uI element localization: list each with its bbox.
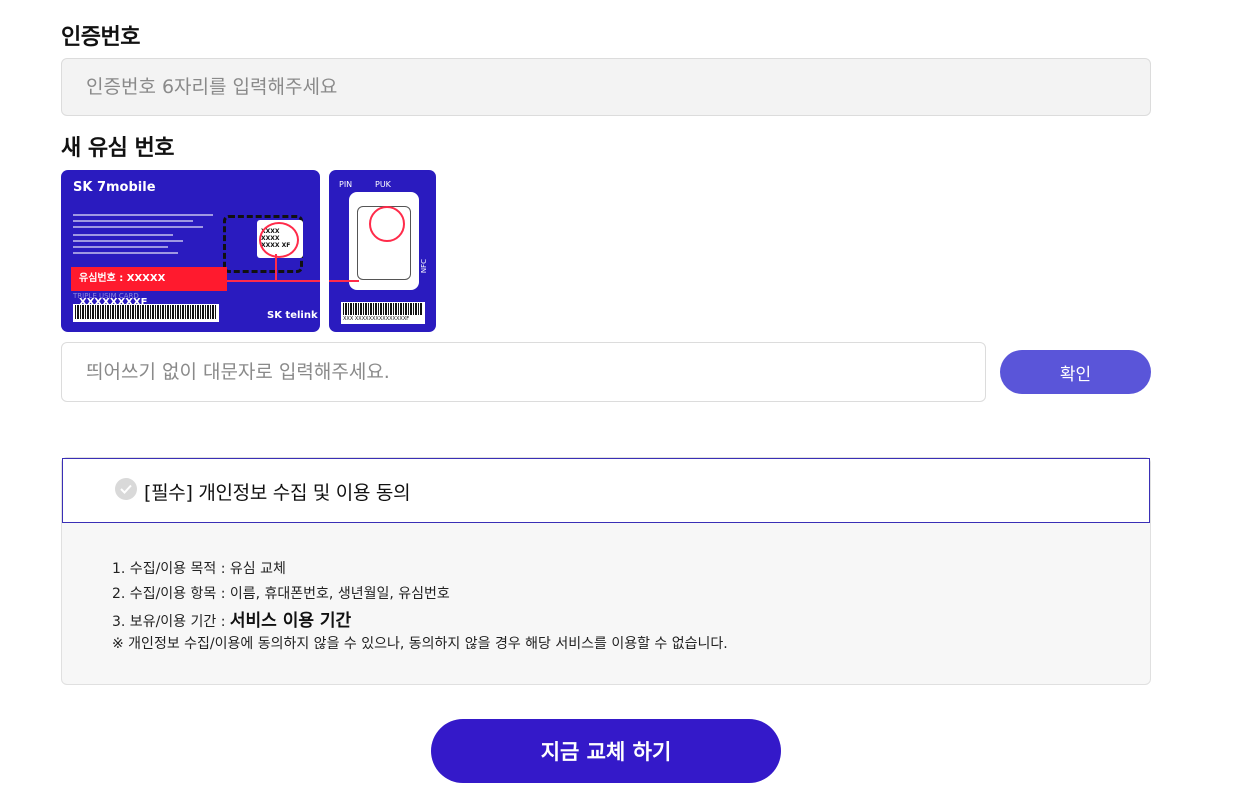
- card-type-text: TRIPLE USIM CARD: [73, 292, 139, 300]
- card-barcode: [75, 305, 217, 319]
- pointer-line-back: [329, 280, 359, 282]
- pin-text: PIN: [339, 180, 353, 189]
- agreement-item-purpose: 1. 수집/이용 목적 : 유심 교체: [112, 558, 286, 578]
- submit-replace-button[interactable]: 지금 교체 하기: [431, 719, 781, 783]
- verification-code-input[interactable]: [61, 58, 1151, 116]
- item-value: 이름, 휴대폰번호, 생년월일, 유심번호: [229, 586, 450, 602]
- agreement-note: ※ 개인정보 수집/이용에 동의하지 않을 수 있으나, 동의하지 않을 경우 …: [112, 636, 728, 652]
- item-label: 1. 수집/이용 목적 :: [112, 561, 230, 577]
- back-barcode: [343, 303, 423, 315]
- card-brand-logo: SK 7mobile: [73, 180, 156, 195]
- sim-number-tag: 유심번호 : XXXXX XXXXXXXXF: [71, 267, 227, 308]
- agreement-item-period: 3. 보유/이용 기간 : 서비스 이용 기간: [112, 606, 351, 631]
- item-label: 3. 보유/이용 기간 :: [112, 614, 230, 630]
- card-fine-print: [73, 214, 213, 258]
- pointer-line-vertical: [275, 254, 277, 281]
- sim-card-back-image: PIN PUK NFC XXX XXXXXXXXXXXXXXXF: [329, 170, 436, 332]
- agreement-item-fields: 2. 수집/이용 항목 : 이름, 휴대폰번호, 생년월일, 유심번호: [112, 583, 450, 603]
- telink-logo: SK telink: [267, 310, 318, 321]
- new-sim-number-label: 새 유심 번호: [61, 136, 175, 161]
- check-icon[interactable]: [115, 478, 137, 500]
- verification-code-label: 인증번호: [61, 25, 140, 50]
- privacy-agreement-title[interactable]: [필수] 개인정보 수집 및 이용 동의: [144, 478, 411, 505]
- confirm-button[interactable]: 확인: [1000, 350, 1151, 394]
- pointer-line: [227, 280, 320, 282]
- puk-text: PUK: [375, 180, 391, 189]
- sim-number-highlight-circle: [259, 222, 299, 258]
- nfc-text: NFC: [420, 258, 429, 274]
- back-barcode-text: XXX XXXXXXXXXXXXXXXF: [343, 316, 410, 322]
- sim-card-guide-image: SK 7mobile XXXX XXXX XXXX XF 유심번호 : XXXX…: [61, 170, 320, 332]
- sim-number-highlight-circle-back: [369, 206, 405, 242]
- item-label: 2. 수집/이용 항목 :: [112, 586, 230, 602]
- item-value-emphasis: 서비스 이용 기간: [229, 611, 352, 631]
- item-value: 유심 교체: [229, 561, 286, 577]
- sim-number-input[interactable]: [61, 342, 986, 402]
